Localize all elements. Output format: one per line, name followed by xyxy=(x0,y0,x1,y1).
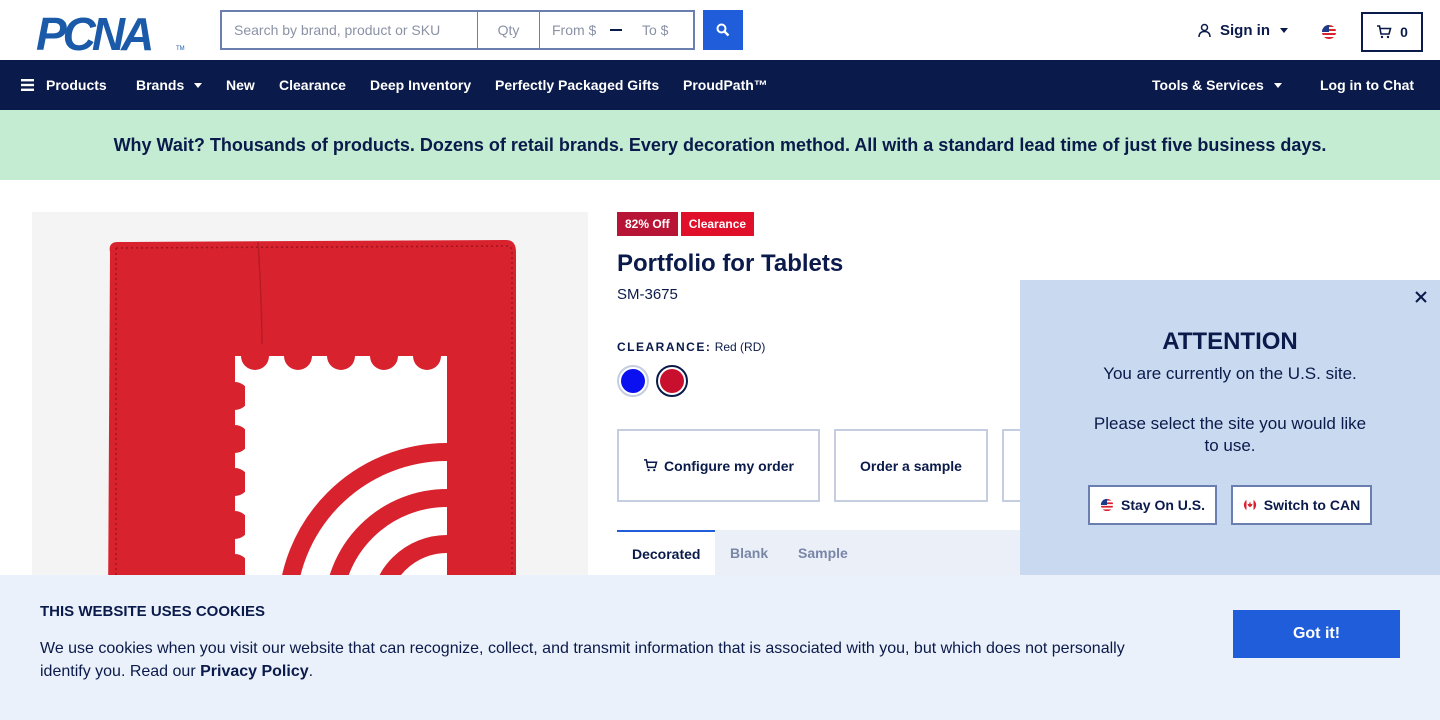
price-dash xyxy=(610,29,622,31)
user-icon xyxy=(1198,23,1211,38)
cart-button[interactable]: 0 xyxy=(1361,12,1423,52)
us-flag-icon xyxy=(1100,498,1114,512)
signin-menu[interactable]: Sign in xyxy=(1197,22,1288,39)
search-button[interactable] xyxy=(703,10,743,50)
cookie-end: . xyxy=(308,663,314,680)
chevron-down-icon xyxy=(194,82,203,88)
nav-gifts-label: Perfectly Packaged Gifts xyxy=(495,77,660,93)
nav-brands[interactable]: Brands xyxy=(136,60,203,110)
tab-sample-label: Sample xyxy=(798,545,848,561)
chevron-down-icon xyxy=(1273,82,1282,88)
product-title: Portfolio for Tablets xyxy=(617,250,844,277)
price-from-input[interactable] xyxy=(540,22,602,38)
tab-blank-label: Blank xyxy=(730,545,769,561)
clearance-badge: Clearance xyxy=(680,212,755,236)
tab-decorated[interactable]: Decorated xyxy=(617,530,716,576)
nav-products-label: Products xyxy=(46,77,107,93)
nav-brands-label: Brands xyxy=(136,77,185,93)
qty-input[interactable] xyxy=(478,10,540,50)
stay-us-label: Stay On U.S. xyxy=(1120,497,1206,513)
cookie-banner: THIS WEBSITE USES COOKIES We use cookies… xyxy=(0,575,1440,720)
badges: 82% Off Clearance xyxy=(617,212,757,236)
tab-sample[interactable]: Sample xyxy=(798,530,848,576)
price-range xyxy=(540,10,695,50)
tab-blank[interactable]: Blank xyxy=(730,530,768,576)
svg-text:TM: TM xyxy=(176,46,185,52)
signin-label: Sign in xyxy=(1220,22,1270,39)
portfolio-image xyxy=(108,240,516,612)
swatch-blue[interactable] xyxy=(617,365,649,397)
us-flag-icon[interactable] xyxy=(1321,24,1337,40)
privacy-policy-link[interactable]: Privacy Policy xyxy=(200,663,309,680)
nav-gifts[interactable]: Perfectly Packaged Gifts xyxy=(495,60,659,110)
nav-chat[interactable]: Log in to Chat xyxy=(1320,60,1414,110)
configure-order-label: Configure my order xyxy=(664,457,794,474)
modal-prompt: Please select the site you would like to… xyxy=(1093,414,1367,455)
chevron-down-icon xyxy=(1280,28,1288,33)
cart-count: 0 xyxy=(1400,24,1408,40)
site-selection-modal: ATTENTION You are currently on the U.S. … xyxy=(1020,280,1440,580)
site-header: PCNA TM Sign in xyxy=(0,0,1440,60)
canada-flag-icon xyxy=(1243,498,1256,512)
nav-clearance-label: Clearance xyxy=(279,77,346,93)
color-label-value: Red (RD) xyxy=(714,340,766,354)
product-image[interactable] xyxy=(32,212,588,612)
svg-text:PCNA: PCNA xyxy=(36,12,151,52)
accept-cookies-label: Got it! xyxy=(1292,625,1341,642)
nav-deep-inventory[interactable]: Deep Inventory xyxy=(370,60,471,110)
switch-can-label: Switch to CAN xyxy=(1263,497,1361,513)
discount-badge: 82% Off xyxy=(617,212,678,236)
color-label: CLEARANCE: Red (RD) xyxy=(617,340,765,354)
promo-text: Why Wait? Thousands of products. Dozens … xyxy=(113,134,1327,155)
order-sample-button[interactable]: Order a sample xyxy=(834,429,988,502)
nav-new[interactable]: New xyxy=(226,60,255,110)
order-sample-label: Order a sample xyxy=(860,457,962,474)
promo-banner: Why Wait? Thousands of products. Dozens … xyxy=(0,110,1440,180)
price-to-input[interactable] xyxy=(630,22,692,38)
search-input[interactable] xyxy=(220,10,478,50)
nav-deep-inventory-label: Deep Inventory xyxy=(370,77,472,93)
menu-icon xyxy=(21,79,34,91)
cart-icon xyxy=(1377,25,1392,39)
nav-new-label: New xyxy=(226,77,255,93)
pcna-logo[interactable]: PCNA TM xyxy=(36,12,186,52)
color-label-key: CLEARANCE: xyxy=(617,340,712,354)
swatch-blue-color xyxy=(621,369,645,393)
cookie-text: We use cookies when you visit our websit… xyxy=(40,637,1160,683)
nav-tools-label: Tools & Services xyxy=(1152,77,1264,93)
tab-decorated-label: Decorated xyxy=(632,546,701,562)
main-nav: Products Brands New Clearance Deep Inven… xyxy=(0,60,1440,110)
accept-cookies-button[interactable]: Got it! xyxy=(1233,610,1400,658)
search-bar xyxy=(220,10,695,50)
product-sku: SM-3675 xyxy=(617,286,678,303)
configure-order-button[interactable]: Configure my order xyxy=(617,429,820,502)
switch-can-button[interactable]: Switch to CAN xyxy=(1231,485,1372,525)
nav-chat-label: Log in to Chat xyxy=(1320,77,1415,93)
nav-proudpath[interactable]: ProudPath™ xyxy=(683,60,768,110)
cart-icon xyxy=(644,459,658,472)
nav-products[interactable]: Products xyxy=(21,60,107,110)
swatch-red-color xyxy=(660,369,684,393)
search-icon xyxy=(716,23,730,37)
nav-proudpath-label: ProudPath™ xyxy=(683,77,768,93)
nav-clearance[interactable]: Clearance xyxy=(279,60,346,110)
nav-tools[interactable]: Tools & Services xyxy=(1152,60,1282,110)
modal-title: ATTENTION xyxy=(1162,328,1298,355)
cookie-title: THIS WEBSITE USES COOKIES xyxy=(40,603,266,620)
close-icon[interactable] xyxy=(1412,288,1430,306)
modal-message: You are currently on the U.S. site. xyxy=(1103,364,1357,383)
swatch-red[interactable] xyxy=(656,365,688,397)
stay-us-button[interactable]: Stay On U.S. xyxy=(1088,485,1217,525)
